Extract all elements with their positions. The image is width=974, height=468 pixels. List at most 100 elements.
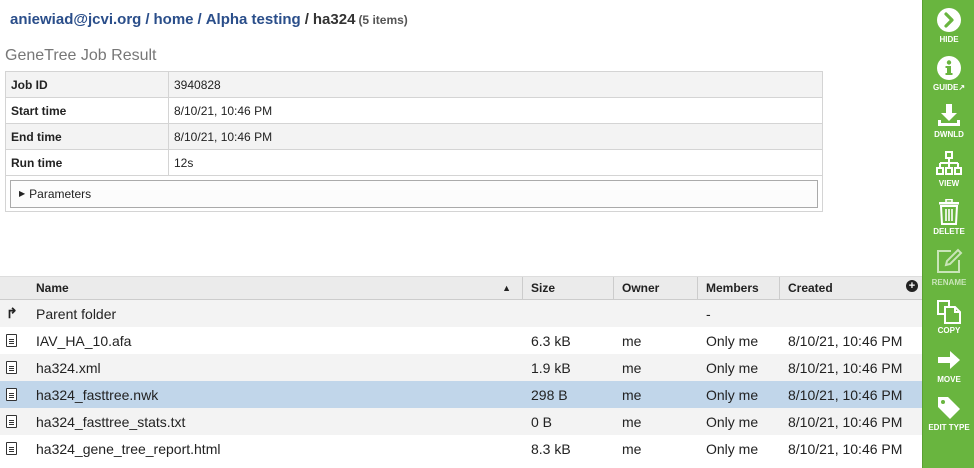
job-key: Job ID bbox=[5, 71, 169, 98]
header-created-label: Created bbox=[788, 281, 833, 295]
header-size[interactable]: Size bbox=[523, 277, 614, 299]
file-icon bbox=[0, 442, 28, 455]
breadcrumb-separator: / bbox=[197, 11, 202, 28]
tag-icon bbox=[938, 397, 960, 419]
job-value: 8/10/21, 10:46 PM bbox=[168, 97, 823, 124]
sort-ascending-icon: ▲ bbox=[502, 283, 511, 293]
job-row-id: Job ID 3940828 bbox=[5, 71, 823, 98]
job-value: 8/10/21, 10:46 PM bbox=[168, 123, 823, 150]
row-owner: me bbox=[622, 359, 642, 376]
header-owner[interactable]: Owner bbox=[614, 277, 698, 299]
guide-label: GUIDE bbox=[932, 83, 959, 92]
external-link-icon: ↗ bbox=[958, 83, 966, 92]
download-icon bbox=[938, 104, 960, 126]
breadcrumb-separator: / bbox=[145, 11, 150, 28]
row-owner: me bbox=[622, 440, 642, 457]
job-key: End time bbox=[5, 123, 169, 150]
move-label: MOVE bbox=[937, 375, 961, 384]
breadcrumb-home-link[interactable]: home bbox=[154, 11, 194, 28]
parameters-label: Parameters bbox=[29, 186, 92, 201]
chevron-right-circle-icon bbox=[937, 8, 961, 32]
file-row[interactable]: ha324.xml 1.9 kB me Only me 8/10/21, 10:… bbox=[0, 354, 922, 381]
rename-button[interactable]: RENAME bbox=[923, 248, 974, 287]
info-circle-icon bbox=[937, 56, 961, 80]
guide-button[interactable]: GUIDE↗ bbox=[923, 55, 974, 92]
app-root: aniewiad@jcvi.org / home / Alpha testing / ha3… bbox=[0, 0, 974, 468]
file-icon bbox=[0, 334, 28, 347]
row-created: 8/10/21, 10:46 PM bbox=[788, 440, 903, 457]
row-size: 6.3 kB bbox=[531, 332, 571, 349]
breadcrumb: aniewiad@jcvi.org / home / Alpha testing / ha3… bbox=[10, 11, 408, 28]
page-title: GeneTree Job Result bbox=[5, 47, 157, 64]
copy-button[interactable]: COPY bbox=[923, 298, 974, 335]
job-row-runtime: Run time 12s bbox=[5, 149, 823, 176]
parameters-cell: ▶ Parameters bbox=[5, 175, 823, 212]
view-button[interactable]: VIEW bbox=[923, 151, 974, 188]
file-row[interactable]: ha324_gene_tree_report.html 8.3 kB me On… bbox=[0, 435, 922, 462]
file-icon bbox=[0, 361, 28, 374]
row-members: - bbox=[706, 305, 711, 322]
breadcrumb-user-link[interactable]: aniewiad@jcvi.org bbox=[10, 11, 141, 28]
trash-icon bbox=[939, 199, 959, 225]
row-size: 0 B bbox=[531, 413, 553, 430]
arrow-right-icon bbox=[938, 351, 960, 369]
grid-header: Name ▲ Size Owner Members Created + bbox=[0, 276, 922, 300]
row-size: 1.9 kB bbox=[531, 359, 571, 376]
row-members: Only me bbox=[706, 332, 759, 349]
move-button[interactable]: MOVE bbox=[923, 347, 974, 384]
header-members[interactable]: Members bbox=[698, 277, 780, 299]
job-value: 12s bbox=[168, 149, 823, 176]
row-owner: me bbox=[622, 332, 642, 349]
header-name[interactable]: Name ▲ bbox=[28, 277, 523, 299]
file-grid: Name ▲ Size Owner Members Created + ↱ Pa… bbox=[0, 276, 922, 462]
row-owner: me bbox=[622, 386, 642, 403]
job-info-table: Job ID 3940828 Start time 8/10/21, 10:46… bbox=[5, 71, 823, 212]
row-members: Only me bbox=[706, 359, 759, 376]
job-row-start: Start time 8/10/21, 10:46 PM bbox=[5, 97, 823, 124]
parameters-toggle[interactable]: ▶ Parameters bbox=[10, 179, 818, 208]
row-name: ha324_fasttree.nwk bbox=[36, 386, 159, 403]
file-icon bbox=[0, 415, 28, 428]
row-size: 298 B bbox=[531, 386, 568, 403]
row-created: 8/10/21, 10:46 PM bbox=[788, 386, 903, 403]
breadcrumb-folder-link[interactable]: Alpha testing bbox=[206, 11, 301, 28]
download-label: DWNLD bbox=[934, 130, 964, 139]
row-size: 8.3 kB bbox=[531, 440, 571, 457]
row-name: ha324_gene_tree_report.html bbox=[36, 440, 221, 457]
file-row[interactable]: ha324_fasttree_stats.txt 0 B me Only me … bbox=[0, 408, 922, 435]
header-name-label: Name bbox=[36, 281, 69, 295]
grid-body: ↱ Parent folder - IAV_HA_10.afa 6.3 kB m… bbox=[0, 300, 922, 462]
download-button[interactable]: DWNLD bbox=[923, 102, 974, 139]
delete-button[interactable]: DELETE bbox=[923, 199, 974, 236]
row-owner: me bbox=[622, 413, 642, 430]
hide-label: HIDE bbox=[939, 35, 959, 44]
file-row-selected[interactable]: ha324_fasttree.nwk 298 B me Only me 8/10… bbox=[0, 381, 922, 408]
add-column-icon[interactable]: + bbox=[906, 280, 918, 292]
tree-hierarchy-icon bbox=[936, 151, 962, 175]
row-name: IAV_HA_10.afa bbox=[36, 332, 132, 349]
row-members: Only me bbox=[706, 386, 759, 403]
job-key: Run time bbox=[5, 149, 169, 176]
edit-type-label: EDIT TYPE bbox=[928, 423, 970, 432]
header-icon-col bbox=[0, 277, 28, 299]
file-row[interactable]: IAV_HA_10.afa 6.3 kB me Only me 8/10/21,… bbox=[0, 327, 922, 354]
pencil-edit-icon bbox=[937, 248, 963, 273]
job-value: 3940828 bbox=[168, 71, 823, 98]
row-members: Only me bbox=[706, 440, 759, 457]
edit-type-button[interactable]: EDIT TYPE bbox=[923, 395, 974, 432]
row-created: 8/10/21, 10:46 PM bbox=[788, 359, 903, 376]
parent-folder-icon: ↱ bbox=[6, 305, 18, 321]
row-name: Parent folder bbox=[36, 305, 117, 322]
copy-icon bbox=[937, 300, 961, 324]
breadcrumb-current: ha324 bbox=[312, 11, 356, 28]
hide-button[interactable]: HIDE bbox=[923, 7, 974, 44]
file-icon bbox=[0, 388, 28, 401]
row-name: ha324.xml bbox=[36, 359, 101, 376]
parent-folder-row[interactable]: ↱ Parent folder - bbox=[0, 300, 922, 327]
header-created[interactable]: Created bbox=[780, 277, 880, 299]
caret-right-icon: ▶ bbox=[19, 189, 26, 198]
row-created: 8/10/21, 10:46 PM bbox=[788, 332, 903, 349]
row-members: Only me bbox=[706, 413, 759, 430]
rename-label: RENAME bbox=[931, 278, 967, 287]
breadcrumb-separator: / bbox=[304, 11, 309, 28]
